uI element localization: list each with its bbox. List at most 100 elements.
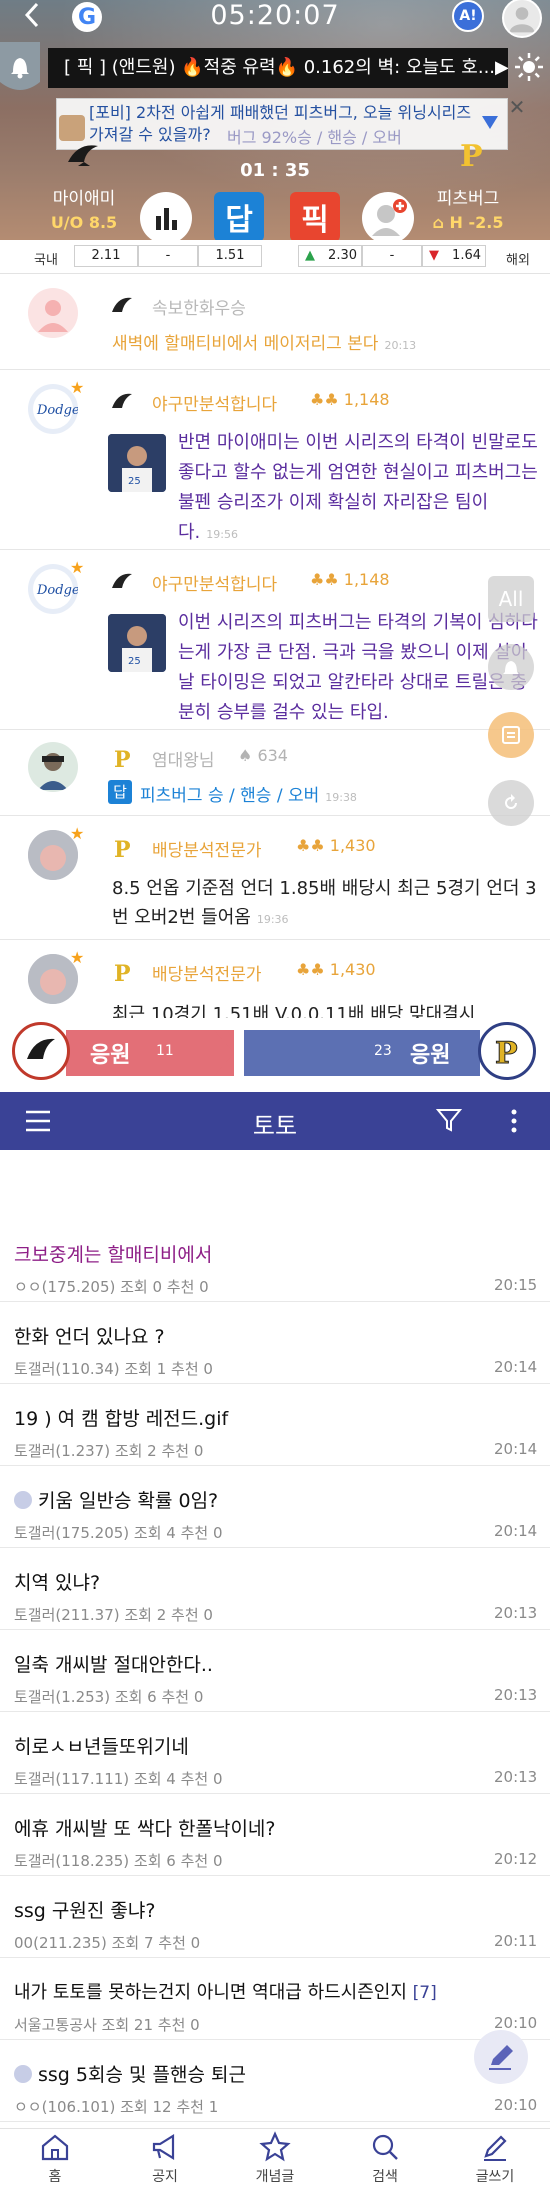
write-post-fab[interactable] [474, 2030, 528, 2084]
post-time: 20:12 [494, 1850, 538, 1868]
refresh-button[interactable] [488, 780, 534, 826]
svg-text:P: P [114, 837, 131, 860]
tab-label: 개념글 [255, 2169, 295, 2185]
home-icon [41, 2134, 69, 2161]
pirates-logo-icon: P [114, 837, 131, 860]
away-team-line: ⌂ H -2.5 [428, 213, 508, 232]
pirates-logo-icon: P [114, 961, 131, 984]
list-item[interactable]: 히로ㅅㅂ년들또위기네 토갤러(117.111) 조회 4 추천 0 20:13 [0, 1712, 550, 1794]
chat-nickname[interactable]: 속보한화우승 [152, 294, 246, 319]
post-meta: 토갤러(117.111) 조회 4 추천 0 [14, 1770, 223, 1788]
google-icon[interactable]: G [72, 2, 102, 32]
chat-nickname[interactable]: 야구만분석합니다 [152, 570, 277, 595]
post-title: 19 ) 여 캠 합방 레전드.gif [14, 1408, 229, 1430]
post-time: 20:14 [494, 1440, 538, 1458]
bell-icon[interactable] [0, 42, 40, 96]
post-title: 키움 일반승 확률 0임? [38, 1490, 219, 1512]
svg-text:P: P [495, 1036, 518, 1071]
brightness-icon[interactable] [514, 52, 544, 82]
pick-ticker[interactable]: [ 픽 ] (앤드원) 🔥적중 유력🔥 0.162의 벽: 오늘도 호...▶ [48, 48, 508, 88]
filter-icon[interactable] [436, 1107, 462, 1133]
list-item[interactable]: 19 ) 여 캠 합방 레전드.gif 토갤러(1.237) 조회 2 추천 0… [0, 1384, 550, 1466]
post-meta: ㅇㅇ(175.205) 조회 0 추천 0 [14, 1278, 209, 1296]
chevron-down-icon[interactable] [480, 113, 500, 131]
svg-text:25: 25 [128, 476, 141, 487]
ai-assistant-icon[interactable]: A! [452, 0, 484, 32]
list-item[interactable]: 일축 개씨발 절대안한다.. 토갤러(1.253) 조회 6 추천 0 20:1… [0, 1630, 550, 1712]
clock: 05:20:07 [210, 0, 340, 31]
chat-message[interactable]: 속보한화우승 새벽에 할매티비에서 메이저리그 본다 20:13 [0, 274, 550, 370]
answer-button[interactable]: 답 [214, 192, 264, 240]
away-team-logo[interactable]: P [478, 1022, 536, 1080]
away-team-line-text: H -2.5 [449, 213, 504, 232]
chat-user-level-count: 1,148 [343, 570, 390, 589]
profile-avatar[interactable] [502, 0, 542, 38]
post-title: ssg 5회승 및 플핸승 퇴근 [38, 2064, 246, 2086]
post-title-row: ssg 5회승 및 플핸승 퇴근 [14, 2060, 246, 2087]
away-team[interactable]: P 피츠버그 ⌂ H -2.5 [428, 139, 508, 232]
home-team-logo[interactable] [12, 1022, 70, 1080]
chat-feed[interactable]: 속보한화우승 새벽에 할매티비에서 메이저리그 본다 20:13 Dodgers … [0, 274, 550, 1042]
up-arrow-icon: ▲ [305, 248, 315, 263]
all-chat-button[interactable]: All [488, 576, 534, 622]
chat-message[interactable]: ★ P 배당분석전문가 ♣♣ 1,430 8.5 언옵 기준점 언더 1.85배… [0, 816, 550, 940]
close-icon[interactable]: ✕ [506, 96, 528, 118]
more-options-icon[interactable] [506, 1107, 522, 1135]
overseas-odds-home: ▲ 2.30 [298, 245, 362, 267]
player-photo[interactable]: 25 [108, 614, 166, 672]
menu-icon[interactable] [24, 1109, 52, 1133]
list-item[interactable]: 크보중계는 할매티비에서 ㅇㅇ(175.205) 조회 0 추천 0 20:15 [0, 1220, 550, 1302]
tab-notice[interactable]: 공지 [120, 2131, 210, 2186]
list-item[interactable]: 한화 언더 있나요 ? 토갤러(110.34) 조회 1 추천 0 20:14 [0, 1302, 550, 1384]
tab-write[interactable]: 글쓰기 [450, 2131, 540, 2186]
tab-search[interactable]: 검색 [340, 2131, 430, 2186]
tab-label: 공지 [152, 2169, 178, 2185]
post-title: 에휴 개씨발 또 싹다 한폴낙이네? [14, 1818, 276, 1840]
chat-timestamp: 19:38 [325, 791, 357, 804]
list-item[interactable]: 에휴 개씨발 또 싹다 한폴낙이네? 토갤러(118.235) 조회 6 추천 … [0, 1794, 550, 1876]
list-item[interactable]: 키움 일반승 확률 0임? 토갤러(175.205) 조회 4 추천 0 20:… [0, 1466, 550, 1548]
notice-thumbnail [59, 115, 85, 141]
chat-message[interactable]: Dodgers ★ 야구만분석합니다 ♣♣ 1,148 25 반면 마이애미는 … [0, 370, 550, 550]
stats-button[interactable] [140, 192, 192, 240]
chat-message[interactable]: Dodgers ★ 야구만분석합니다 ♣♣ 1,148 25 이번 시리즈의 피… [0, 550, 550, 730]
pirates-logo-icon: P [114, 747, 131, 770]
chat-message[interactable]: P 염대왕님 ♠ 634 답 피츠버그 승 / 핸승 / 오버 19:38 [0, 730, 550, 816]
add-user-button[interactable] [362, 192, 414, 240]
bottom-tab-bar: 홈 공지 개념글 검색 글쓰기 [0, 2128, 550, 2188]
chat-message-body: 이번 시리즈의 피츠버그는 타격의 기복이 심하다는게 가장 큰 단점. 극과 … [178, 612, 538, 723]
post-time: 20:14 [494, 1522, 538, 1540]
post-meta: 토갤러(1.253) 조회 6 추천 0 [14, 1688, 204, 1706]
back-icon[interactable] [18, 0, 48, 30]
answer-badge: 답 [108, 780, 132, 804]
list-item[interactable]: ssg 구원진 좋냐? 00(211.235) 조회 7 추천 0 20:11 [0, 1876, 550, 1958]
star-outline-icon [259, 2131, 291, 2162]
pick-button[interactable]: 픽 [290, 192, 340, 240]
chat-nickname[interactable]: 야구만분석합니다 [152, 390, 277, 415]
chat-nickname[interactable]: 배당분석전문가 [152, 960, 261, 985]
chat-user-level: ♣♣ 1,148 [310, 570, 390, 589]
tab-home[interactable]: 홈 [10, 2131, 100, 2186]
list-item[interactable]: ssg 5회승 및 플핸승 퇴근 ㅇㅇ(106.101) 조회 12 추천 1 … [0, 2040, 550, 2122]
memo-button[interactable] [488, 712, 534, 758]
post-meta: ㅇㅇ(106.101) 조회 12 추천 1 [14, 2098, 219, 2116]
star-icon: ★ [70, 948, 85, 967]
chat-user-level: ♠ 634 [238, 746, 288, 765]
chat-user-level: ♣♣ 1,430 [296, 960, 376, 979]
chat-message-body: 반면 마이애미는 이번 시리즈의 타격이 빈말로도 좋다고 할수 없는게 엄연한… [178, 432, 538, 543]
player-photo[interactable]: 25 [108, 434, 166, 492]
post-time: 20:13 [494, 1768, 538, 1786]
post-title: 내가 토토를 못하는건지 아니면 역대급 하드시즌인지 [14, 1982, 407, 2003]
notification-button[interactable] [488, 644, 534, 690]
home-team[interactable]: 마이애미 U/O 8.5 [44, 140, 124, 232]
post-meta: 토갤러(1.237) 조회 2 추천 0 [14, 1442, 204, 1460]
chat-nickname[interactable]: 염대왕님 [152, 746, 215, 771]
chat-nickname[interactable]: 배당분석전문가 [152, 836, 261, 861]
chat-message-text: 이번 시리즈의 피츠버그는 타격의 기복이 심하다는게 가장 큰 단점. 극과 … [178, 608, 538, 728]
app-screen: G 05:20:07 A! [ 픽 ] (앤드원) 🔥적중 유력🔥 0.162의… [0, 0, 550, 2188]
list-item[interactable]: 내가 토토를 못하는건지 아니면 역대급 하드시즌인지 [7] 서울고통공사 조… [0, 1958, 550, 2040]
tab-best[interactable]: 개념글 [230, 2131, 320, 2186]
image-post-icon [14, 2065, 32, 2083]
list-item[interactable]: 치역 있냐? 토갤러(211.37) 조회 2 추천 0 20:13 [0, 1548, 550, 1630]
chat-timestamp: 19:36 [256, 913, 289, 926]
